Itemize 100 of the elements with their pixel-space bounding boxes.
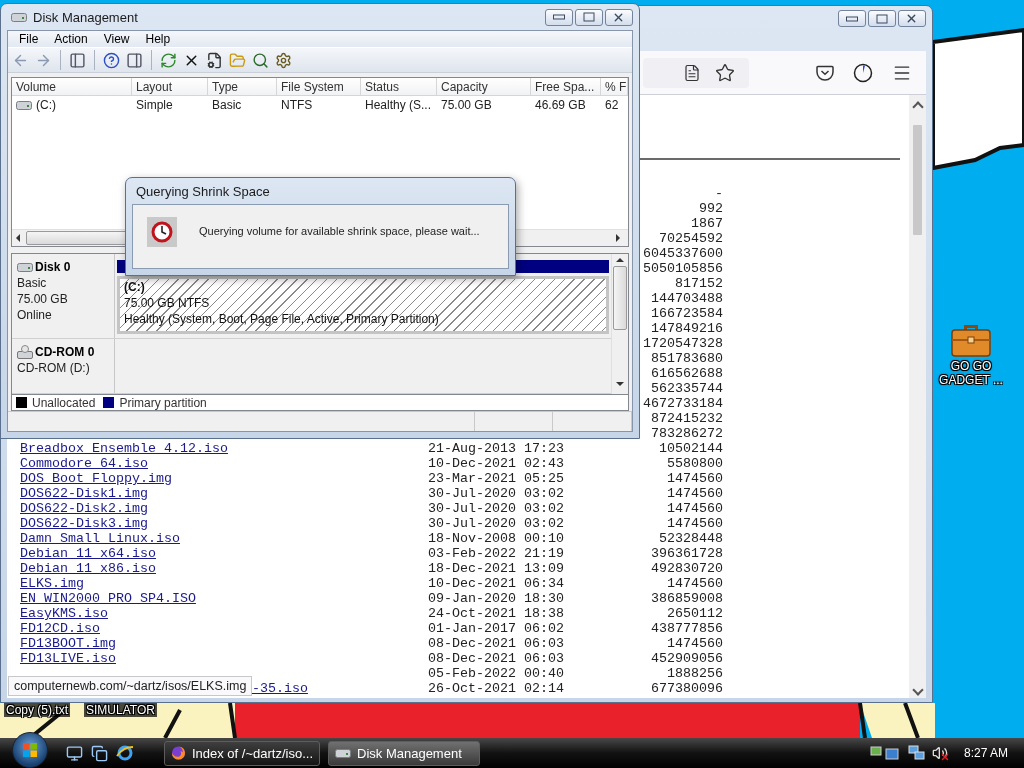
file-link[interactable]: FD12CD.iso	[20, 621, 100, 636]
close-button[interactable]	[605, 8, 633, 26]
address-bar[interactable]	[643, 57, 749, 88]
maximize-button[interactable]	[868, 10, 896, 27]
windows-flag-icon	[22, 742, 38, 758]
file-link[interactable]: DOS_Boot_Floppy.img	[20, 471, 172, 486]
column-header[interactable]: Volume	[12, 78, 132, 97]
dialog-title: Querying Shrink Space	[136, 183, 270, 199]
date-text: 30-Jul-2020 03:02	[428, 486, 564, 501]
search-icon[interactable]	[252, 51, 269, 69]
size-text: 562335744	[651, 381, 723, 396]
reader-view-icon[interactable]	[683, 63, 701, 82]
size-text: 144703488	[651, 291, 723, 306]
legend-label: Unallocated	[32, 395, 96, 410]
bookmark-star-icon[interactable]	[715, 62, 735, 83]
cd-drive-icon	[17, 344, 33, 359]
settings-icon[interactable]	[275, 51, 292, 69]
column-header[interactable]: Status	[361, 78, 437, 97]
menu-item[interactable]: Help	[137, 31, 179, 48]
file-link[interactable]: Commodore_64.iso	[20, 456, 148, 471]
size-text: -	[715, 186, 723, 201]
date-text: 24-Oct-2021 18:38	[428, 606, 564, 621]
minimize-button[interactable]	[545, 8, 573, 26]
file-link[interactable]: DOS622-Disk1.img	[20, 486, 148, 501]
minimize-button[interactable]	[838, 10, 866, 27]
column-header[interactable]: Free Spa...	[531, 78, 601, 97]
muted-volume-icon[interactable]	[931, 745, 948, 761]
partition-status: Healthy (System, Boot, Page File, Active, Primary Partition)	[124, 312, 439, 327]
partition-block[interactable]: (C:) 75.00 GB NTFS Healthy (System, Boot, Page File, Active, Primary Partition)	[117, 276, 609, 334]
switch-windows-icon[interactable]	[91, 744, 108, 762]
size-text: 2650112	[667, 606, 723, 621]
window-title: Disk Management	[33, 9, 138, 25]
partition-name: (C:)	[124, 280, 145, 295]
size-text: 396361728	[651, 546, 723, 561]
disk-detail: Online	[17, 308, 53, 323]
size-text: 1474560	[667, 471, 723, 486]
date-text: 18-Nov-2008 00:10	[428, 531, 564, 546]
close-icon[interactable]	[905, 12, 918, 25]
clock: 8:27 AM	[963, 746, 1008, 760]
date-text: 30-Jul-2020 03:02	[428, 501, 564, 516]
help-icon[interactable]	[103, 51, 120, 69]
taskbar-button[interactable]: Disk Management	[328, 740, 480, 766]
size-text: 817152	[675, 276, 723, 291]
menu-item[interactable]: View	[95, 31, 138, 48]
refresh-icon[interactable]	[160, 51, 177, 69]
file-link[interactable]: -35.iso	[251, 681, 308, 696]
start-button[interactable]	[12, 732, 48, 768]
fox-globe-icon	[171, 745, 186, 761]
menu-item[interactable]: Action	[46, 31, 96, 48]
table-cell: 75.00 GB	[441, 98, 492, 113]
network-icon[interactable]	[869, 745, 902, 761]
column-header[interactable]: File System	[277, 78, 361, 97]
file-link[interactable]: Debian_11_x86.iso	[20, 561, 156, 576]
maximize-button[interactable]	[575, 8, 603, 26]
size-text: 1720547328	[643, 336, 723, 351]
clock-icon	[147, 217, 177, 247]
file-link[interactable]: Damn_Small_Linux.iso	[20, 531, 180, 546]
date-text: 21-Aug-2013 17:23	[428, 441, 564, 456]
taskbar-button[interactable]: Index of /~dartz/iso...	[164, 740, 320, 766]
properties-icon[interactable]	[206, 51, 223, 69]
menu-item[interactable]: File	[11, 31, 47, 48]
date-text: 08-Dec-2021 06:03	[428, 651, 564, 666]
show-desktop-icon[interactable]	[66, 744, 83, 762]
file-link[interactable]: DOS622-Disk3.img	[20, 516, 148, 531]
panel-right-icon[interactable]	[126, 51, 143, 69]
scrollbar[interactable]	[909, 95, 926, 698]
size-text: 52328448	[659, 531, 723, 546]
size-text: 6045337600	[643, 246, 723, 261]
web-browser-icon[interactable]	[116, 744, 134, 762]
file-link[interactable]: Breadbox_Ensemble_4.12.iso	[20, 441, 228, 456]
column-header[interactable]: % F	[601, 78, 628, 97]
column-header[interactable]: Type	[208, 78, 277, 97]
drive-icon	[16, 100, 32, 111]
file-link[interactable]: DOS622-Disk2.img	[20, 501, 148, 516]
file-link[interactable]: FD13LIVE.iso	[20, 651, 116, 666]
file-link[interactable]: EN_WIN2000_PRO_SP4.ISO	[20, 591, 196, 606]
desktop-icon-label[interactable]: SIMULATOR	[84, 703, 157, 717]
file-link[interactable]: ELKS.img	[20, 576, 84, 591]
network-computers-icon[interactable]	[907, 745, 926, 761]
file-link[interactable]: Debian_11_x64.iso	[20, 546, 156, 561]
vertical-scrollbar[interactable]	[611, 254, 628, 395]
file-link[interactable]: EasyKMS.iso	[20, 606, 108, 621]
column-header[interactable]: Capacity	[437, 78, 531, 97]
size-text: 147849216	[651, 321, 723, 336]
date-text: 10-Dec-2021 02:43	[428, 456, 564, 471]
size-text: 452909056	[651, 651, 723, 666]
date-text: 18-Dec-2021 13:09	[428, 561, 564, 576]
size-text: 1474560	[667, 516, 723, 531]
desktop-icon-label[interactable]: Copy (5).txt	[4, 703, 70, 717]
table-cell: Basic	[212, 98, 242, 113]
disk-drive-icon	[17, 262, 33, 273]
column-header[interactable]: Layout	[132, 78, 208, 97]
progress-circle-icon[interactable]	[853, 62, 873, 83]
file-link[interactable]: FD13BOOT.img	[20, 636, 116, 651]
size-text: 386859008	[651, 591, 723, 606]
panel-left-icon[interactable]	[69, 51, 86, 69]
close-button[interactable]	[898, 10, 926, 27]
pocket-icon[interactable]	[816, 64, 834, 81]
size-text: 1474560	[667, 486, 723, 501]
size-text: 783286272	[651, 426, 723, 441]
